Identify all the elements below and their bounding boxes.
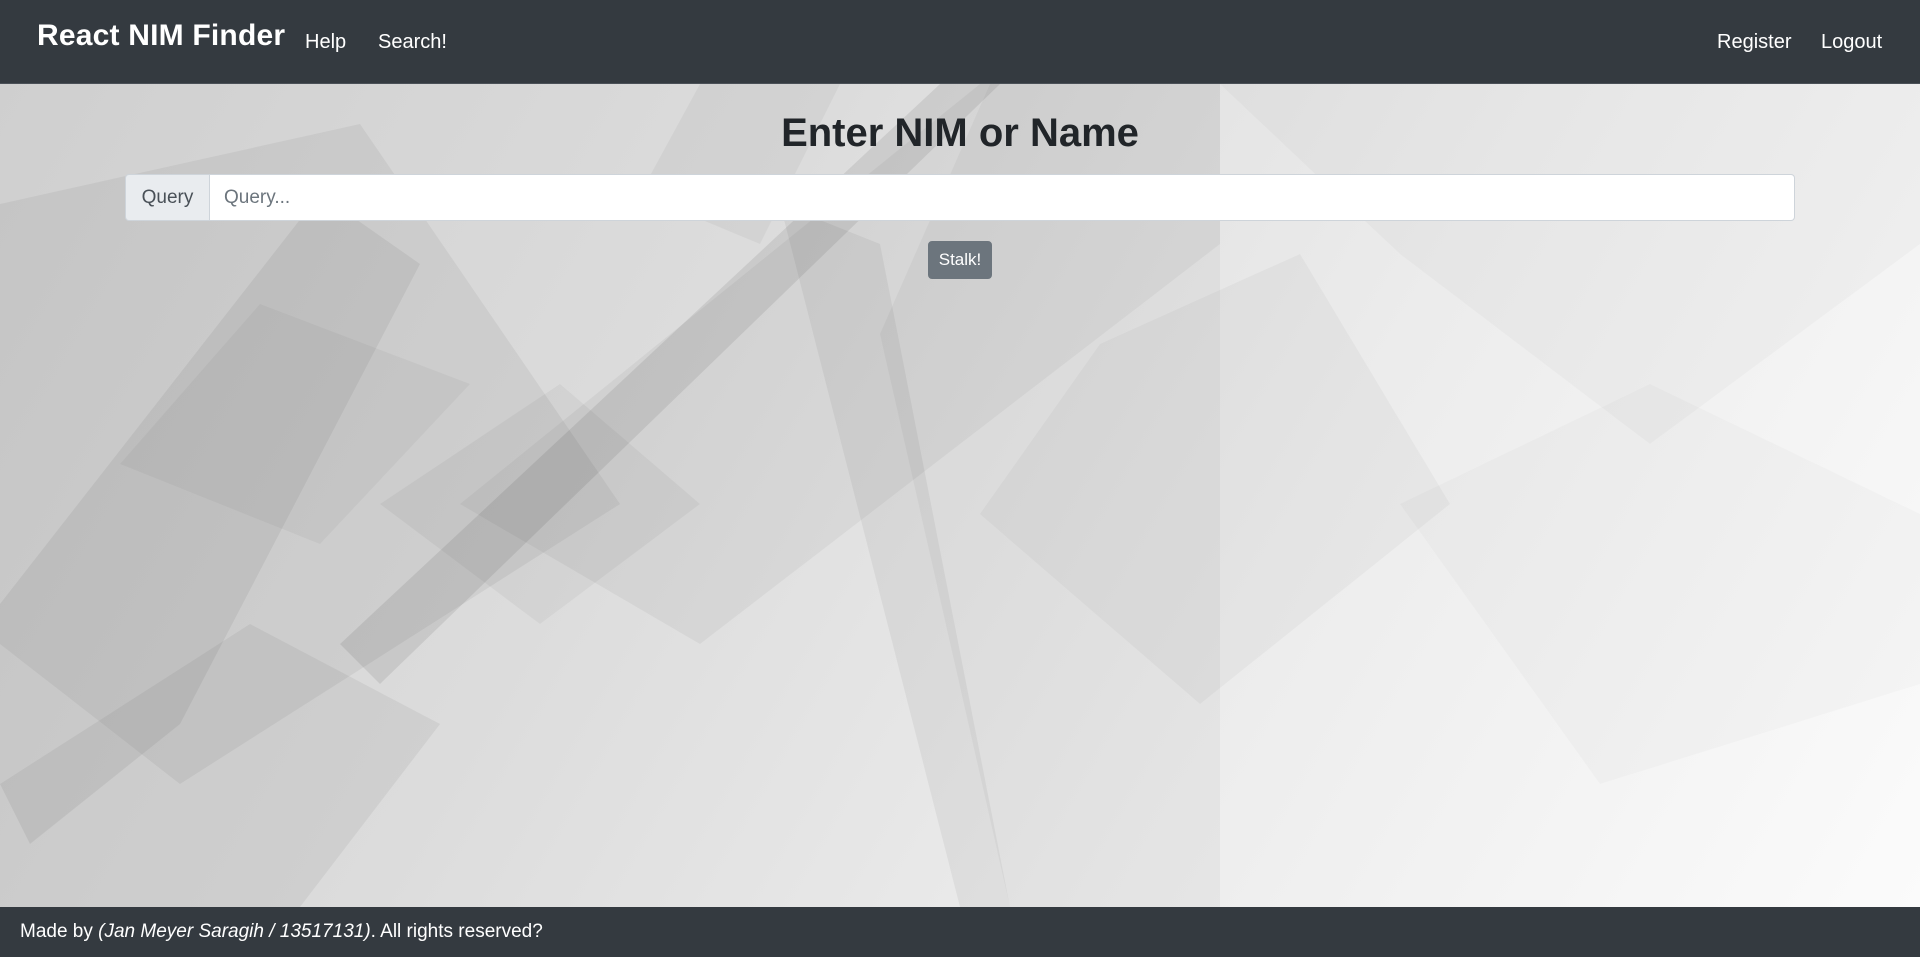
footer-credit: Made by (Jan Meyer Saragih / 13517131). … bbox=[20, 921, 543, 943]
footer-suffix: . All rights reserved? bbox=[370, 921, 543, 942]
query-input[interactable] bbox=[210, 174, 1795, 221]
page-footer: Made by (Jan Meyer Saragih / 13517131). … bbox=[0, 907, 1920, 957]
top-navbar: React NIM Finder Help Search! Register L… bbox=[0, 0, 1920, 84]
nav-link-logout[interactable]: Logout bbox=[1821, 31, 1882, 54]
page-title: Enter NIM or Name bbox=[781, 111, 1139, 155]
nav-link-register[interactable]: Register bbox=[1717, 31, 1791, 54]
stalk-button[interactable]: Stalk! bbox=[928, 241, 992, 279]
footer-author: (Jan Meyer Saragih / 13517131) bbox=[98, 921, 371, 942]
brand-link[interactable]: React NIM Finder bbox=[37, 19, 285, 53]
search-input-group: Query bbox=[125, 174, 1795, 221]
footer-prefix: Made by bbox=[20, 921, 99, 942]
query-prepend-label: Query bbox=[125, 174, 210, 221]
nav-link-search[interactable]: Search! bbox=[378, 31, 447, 54]
nav-link-help[interactable]: Help bbox=[305, 31, 346, 54]
